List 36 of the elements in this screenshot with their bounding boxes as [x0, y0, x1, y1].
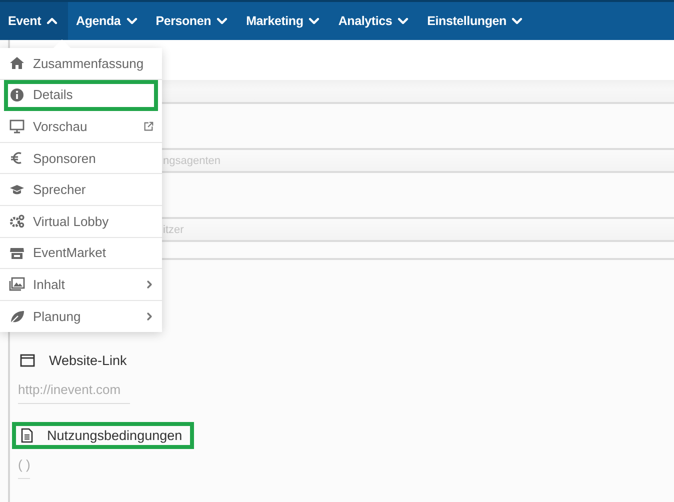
menu-item[interactable]: Details: [4, 80, 158, 112]
menu-item[interactable]: EventMarket: [0, 238, 162, 270]
home-icon: [9, 55, 25, 72]
url-field[interactable]: http://inevent.com: [18, 382, 130, 397]
external-link-icon: [143, 120, 154, 132]
section-heading: Website-Link: [12, 347, 139, 374]
monitor-icon: [9, 118, 25, 134]
chevron-down-icon: [511, 15, 524, 27]
chevron-right-icon: [145, 312, 154, 322]
leaf-icon: [9, 308, 25, 325]
field-value: ( ): [18, 457, 30, 479]
images-icon: [9, 276, 25, 292]
chevron-right-icon: [145, 280, 154, 289]
chevron-down-icon: [308, 15, 320, 27]
menu-item[interactable]: Sponsoren: [0, 142, 162, 174]
chevron-up-icon: [46, 15, 58, 27]
chevron-down-icon: [216, 15, 228, 27]
nav-tab[interactable]: Event: [0, 2, 68, 40]
chevron-down-icon: [126, 15, 138, 27]
browser-window-icon: [20, 354, 35, 367]
nav-tab[interactable]: Agenda: [68, 2, 148, 40]
menu-item[interactable]: Sprecher: [0, 174, 162, 206]
menu-item[interactable]: Vorschau: [0, 111, 162, 143]
menu-item[interactable]: Planung: [0, 300, 162, 332]
menu-item[interactable]: Zusammenfassung: [0, 48, 162, 80]
nav-tab[interactable]: Marketing: [238, 2, 330, 40]
nav-tab[interactable]: Einstellungen: [419, 2, 534, 40]
menu-item[interactable]: Inhalt: [0, 269, 162, 301]
gears-icon: [9, 213, 25, 230]
info-icon: [9, 86, 25, 103]
section-heading: Nutzungsbedingungen: [12, 422, 194, 449]
document-icon: [21, 428, 33, 443]
menu-item[interactable]: Virtual Lobby: [0, 206, 162, 238]
nav-tab[interactable]: Personen: [148, 2, 238, 40]
nav-tab[interactable]: Analytics: [330, 2, 420, 40]
chevron-down-icon: [397, 15, 410, 27]
